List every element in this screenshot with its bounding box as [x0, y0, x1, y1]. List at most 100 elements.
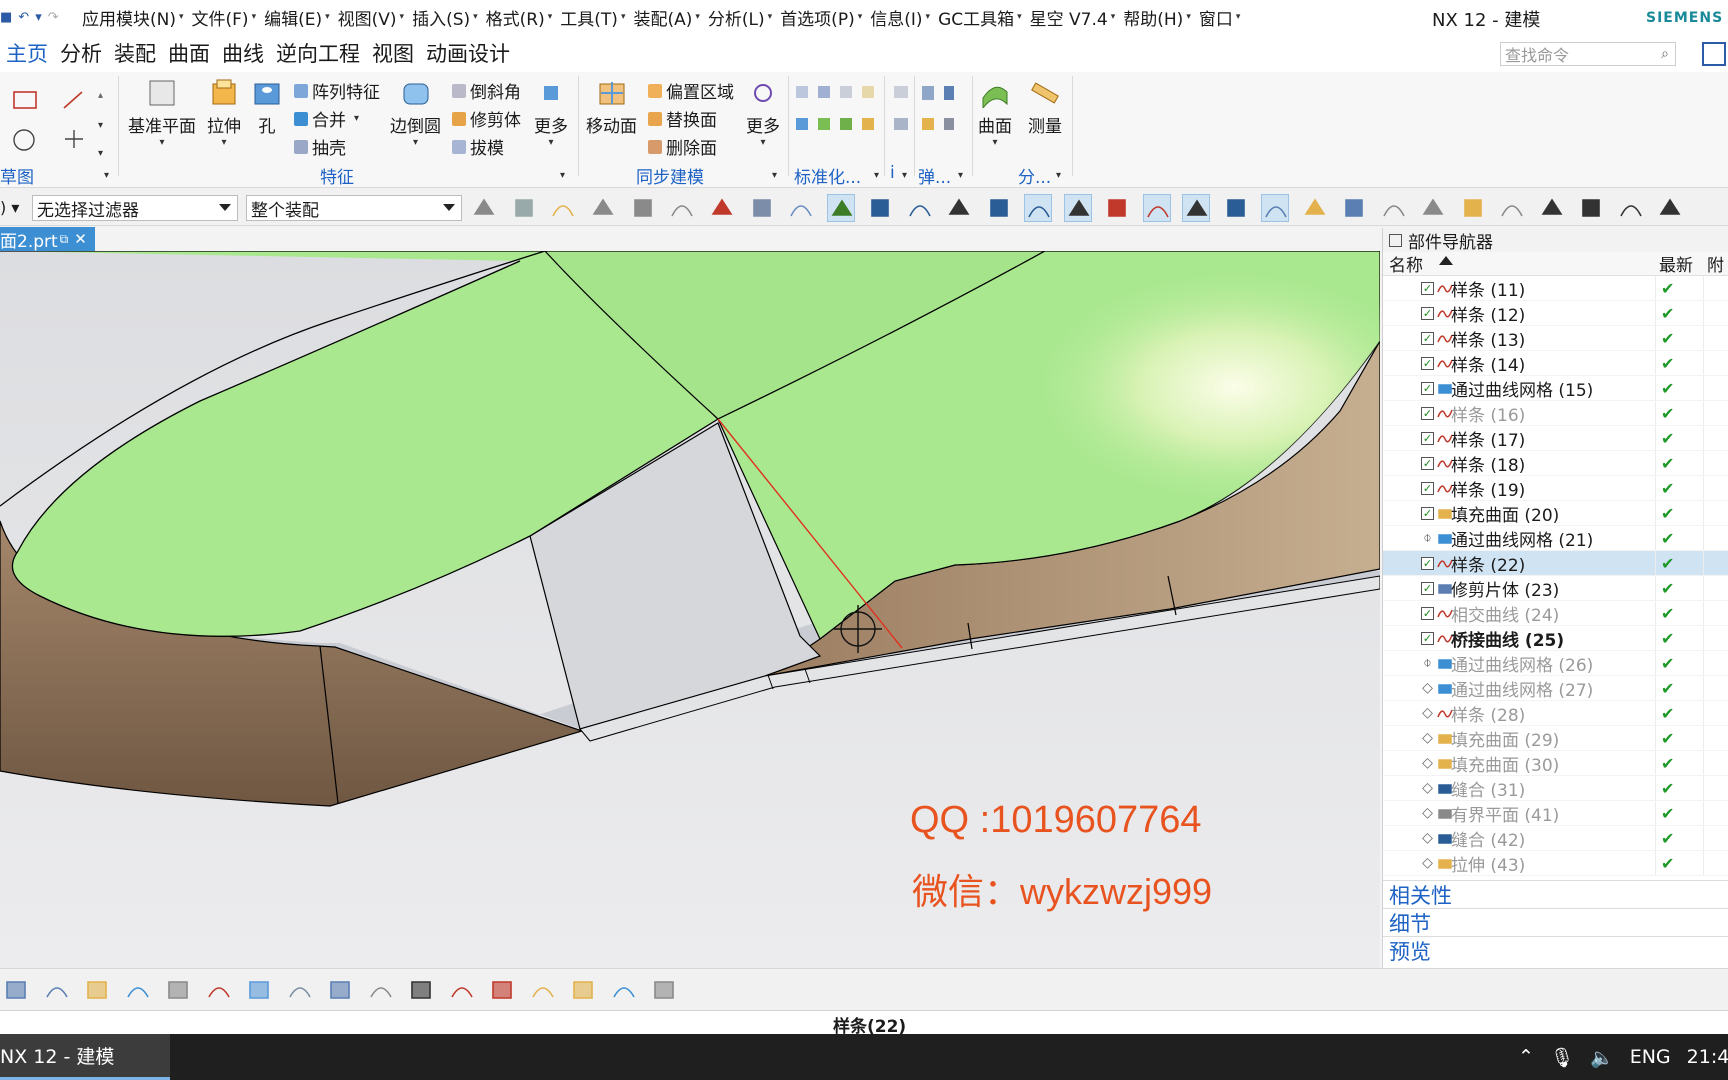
unchecked-diamond-icon[interactable]: ◇ — [1421, 856, 1434, 870]
menu-item[interactable]: 插入(S) ▾ — [408, 5, 482, 30]
window-icon[interactable] — [1340, 194, 1368, 222]
curve-analysis-icon[interactable] — [488, 977, 516, 1003]
visibility-checkbox[interactable]: ✓ — [1421, 407, 1434, 420]
layer-icon[interactable] — [1419, 194, 1447, 222]
brush-icon[interactable] — [1380, 194, 1408, 222]
chevron-down-icon[interactable]: ▾ — [902, 170, 907, 181]
save-icon[interactable]: ■ — [0, 10, 12, 25]
shaded-icon[interactable] — [787, 194, 815, 222]
chevron-down-icon[interactable]: ▾ — [1056, 170, 1061, 181]
popout-icon[interactable]: ⧉ — [60, 232, 69, 247]
ribbon-dock-icon[interactable] — [1702, 42, 1726, 66]
extrude-button[interactable]: 拉伸 ▾ — [207, 78, 241, 148]
menu-item[interactable]: 工具(T) ▾ — [556, 5, 629, 30]
chevron-down-icon[interactable]: ▾ — [772, 170, 777, 181]
cross-icon[interactable] — [1182, 194, 1210, 222]
line3-icon[interactable] — [1222, 194, 1250, 222]
menu-item[interactable]: 应用模块(N) ▾ — [78, 5, 188, 30]
document-tab[interactable]: 面2.prt ⧉ ✕ — [0, 227, 95, 252]
visibility-checkbox[interactable]: ✓ — [1421, 282, 1434, 295]
select-feature-icon[interactable] — [510, 194, 538, 222]
menu-item[interactable]: 装配(A) ▾ — [629, 5, 703, 30]
ribbon-tab[interactable]: 分析 — [54, 34, 108, 72]
visibility-checkbox[interactable]: ✓ — [1421, 632, 1434, 645]
visibility-checkbox[interactable]: ✓ — [1421, 482, 1434, 495]
feature-tree-row[interactable]: ✓ 样条 (18) ✔ — [1383, 451, 1728, 476]
tilde-icon[interactable] — [1538, 194, 1566, 222]
tube-icon[interactable] — [286, 977, 314, 1003]
command-search-input[interactable]: 查找命令 ⌕ — [1500, 42, 1676, 66]
standard-parts-icons[interactable] — [794, 80, 882, 150]
trim-body-button[interactable]: 修剪体 — [452, 106, 521, 131]
taskbar-app-button[interactable]: NX 12 - 建模 — [0, 1034, 170, 1080]
point-icon[interactable] — [589, 194, 617, 222]
navigator-pin-icon[interactable] — [1389, 233, 1402, 247]
angle-icon[interactable] — [1063, 194, 1092, 222]
unchecked-diamond-icon[interactable]: ◇ — [1421, 731, 1434, 745]
feature-tree-row[interactable]: ◇ 样条 (28) ✔ — [1383, 701, 1728, 726]
graphics-viewport[interactable]: QQ :1019607764 微信：wykzwzj999 — [0, 251, 1380, 969]
ribbon-tab[interactable]: 装配 — [108, 34, 162, 72]
unchecked-diamond-icon[interactable]: ◇ — [1421, 781, 1434, 795]
spline-icon[interactable] — [1024, 194, 1052, 222]
model-view[interactable] — [0, 251, 1380, 969]
column-latest[interactable]: 最新 — [1659, 251, 1693, 276]
column-attach[interactable]: 附 — [1707, 251, 1724, 276]
group-analysis-label[interactable]: 分... — [1018, 163, 1051, 188]
unchecked-diamond-icon[interactable]: ◇ — [1421, 806, 1434, 820]
pattern-feature-button[interactable]: 阵列特征 — [294, 78, 380, 103]
group-standard-label[interactable]: 标准化... — [794, 163, 861, 188]
menu-item[interactable]: GC工具箱 ▾ — [934, 5, 1026, 30]
visibility-checkbox[interactable]: ✓ — [1421, 382, 1434, 395]
suppressed-icon[interactable]: ⌽ — [1421, 656, 1434, 670]
feature-tree-row[interactable]: ⌽ 通过曲线网格 (21) ✔ — [1383, 526, 1728, 551]
visibility-checkbox[interactable]: ✓ — [1421, 357, 1434, 370]
unite-button[interactable]: 合并 ▾ — [294, 106, 359, 131]
menu-item[interactable]: 文件(F) ▾ — [188, 5, 261, 30]
menu-item[interactable]: 帮助(H) ▾ — [1119, 5, 1195, 30]
draft-button[interactable]: 拔模 — [452, 134, 504, 159]
feature-tree-row[interactable]: ⌽ 通过曲线网格 (26) ✔ — [1383, 651, 1728, 676]
navigator-section[interactable]: 预览 — [1383, 936, 1728, 964]
replace-face-button[interactable]: 替换面 — [648, 106, 717, 131]
unchecked-diamond-icon[interactable]: ◇ — [1421, 706, 1434, 720]
view-icon[interactable] — [748, 194, 776, 222]
split-icon[interactable] — [448, 977, 476, 1003]
cube-select-icon[interactable] — [668, 194, 696, 222]
unchecked-diamond-icon[interactable]: ◇ — [1421, 831, 1434, 845]
menu-item[interactable]: 视图(V) ▾ — [334, 5, 408, 30]
feature-tree-row[interactable]: ✓ 样条 (22) ✔ — [1383, 551, 1728, 576]
feature-tree-row[interactable]: ◇ 拉伸 (43) ✔ — [1383, 851, 1728, 876]
ribbon-tab[interactable]: 逆向工程 — [270, 34, 366, 72]
column-name[interactable]: 名称 — [1389, 251, 1423, 276]
visibility-checkbox[interactable]: ✓ — [1421, 582, 1434, 595]
search-icon[interactable]: ⌕ — [1661, 46, 1669, 62]
sort-ascending-icon[interactable] — [1439, 256, 1453, 265]
feature-tree-row[interactable]: ◇ 有界平面 (41) ✔ — [1383, 801, 1728, 826]
feature-tree-row[interactable]: ✓ 填充曲面 (20) ✔ — [1383, 501, 1728, 526]
unchecked-diamond-icon[interactable]: ◇ — [1421, 681, 1434, 695]
offset-icon[interactable] — [367, 977, 395, 1003]
chain-icon[interactable] — [1459, 194, 1487, 222]
rectangle-select-icon[interactable] — [708, 194, 736, 222]
line2-icon[interactable] — [906, 194, 934, 222]
polyline-icon[interactable] — [985, 194, 1013, 222]
navigator-section[interactable]: 细节 — [1383, 908, 1728, 936]
dropdown-icon[interactable]: ▾ — [35, 10, 42, 25]
clock[interactable]: 21:46 — [1687, 1046, 1728, 1068]
plus-plus-icon[interactable] — [1656, 194, 1684, 222]
feature-tree-row[interactable]: ✓ 样条 (19) ✔ — [1383, 476, 1728, 501]
more-sync-button[interactable]: 更多 ▾ — [746, 78, 780, 148]
feature-tree-row[interactable]: ◇ 填充曲面 (29) ✔ — [1383, 726, 1728, 751]
move-face-button[interactable]: 移动面 — [586, 78, 637, 137]
feature-tree-row[interactable]: ✓ 相交曲线 (24) ✔ — [1383, 601, 1728, 626]
measure-button[interactable]: 测量 — [1028, 78, 1062, 137]
close-icon[interactable]: ✕ — [74, 230, 87, 248]
visibility-checkbox[interactable]: ✓ — [1421, 507, 1434, 520]
surface-tool-icon[interactable] — [2, 977, 30, 1003]
redo-icon[interactable]: ↷ — [48, 10, 59, 25]
flange-icon[interactable] — [650, 977, 678, 1003]
layer-stack-icon[interactable] — [326, 977, 354, 1003]
feature-tree-row[interactable]: ◇ 缝合 (42) ✔ — [1383, 826, 1728, 851]
feature-tree-row[interactable]: ✓ 样条 (13) ✔ — [1383, 326, 1728, 351]
